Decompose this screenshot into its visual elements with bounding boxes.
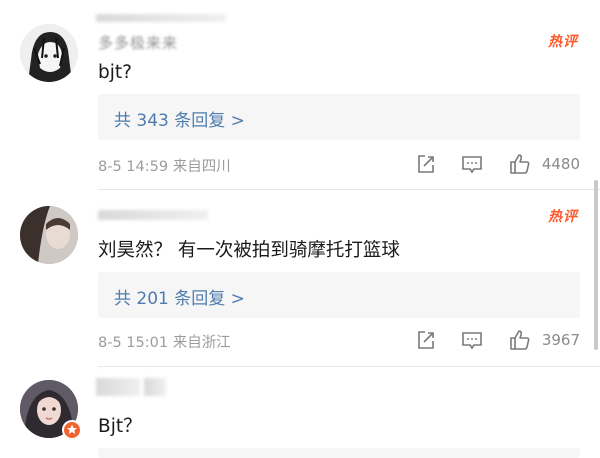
user-name-blurred xyxy=(144,378,166,396)
divider xyxy=(98,366,600,367)
verified-badge xyxy=(62,420,82,440)
like-count: 4480 xyxy=(541,155,580,173)
hot-badge: 热评 xyxy=(548,34,578,50)
comment-text: bjt? xyxy=(98,62,132,83)
user-name-blurred xyxy=(98,210,208,220)
reply-box[interactable]: 共 201 条回复 > xyxy=(98,272,580,318)
scrollbar[interactable] xyxy=(594,180,598,350)
star-icon xyxy=(67,424,77,434)
user-name-blurred xyxy=(96,378,140,396)
like-count: 3967 xyxy=(541,331,580,349)
comment-meta: 8-5 14:59 来自四川 xyxy=(98,159,231,175)
hot-badge: 热评 xyxy=(548,209,578,225)
avatar[interactable] xyxy=(20,24,78,82)
like-icon[interactable] xyxy=(508,152,532,176)
user-name[interactable]: 多多极来来 xyxy=(98,32,178,53)
comment-item-3: Bjt？ xyxy=(0,370,600,458)
avatar-image xyxy=(20,206,78,264)
comment-icon[interactable] xyxy=(460,152,484,176)
avatar-image xyxy=(20,24,78,82)
share-icon[interactable] xyxy=(414,152,438,176)
like-icon[interactable] xyxy=(508,328,532,352)
avatar[interactable] xyxy=(20,206,78,264)
comment-meta-row: 8-5 15:01 来自浙江 3967 xyxy=(98,328,580,352)
comment-text: Bjt？ xyxy=(98,416,142,437)
comment-text: 刘昊然？ 有一次被拍到骑摩托打篮球 xyxy=(98,240,400,261)
comment-icon[interactable] xyxy=(460,328,484,352)
comment-meta: 8-5 15:01 来自浙江 xyxy=(98,335,231,351)
reply-box[interactable] xyxy=(98,448,580,458)
view-replies-link[interactable]: 共 343 条回复 > xyxy=(114,106,245,131)
reply-box[interactable]: 共 343 条回复 > xyxy=(98,94,580,140)
comment-item-2: 热评 刘昊然？ 有一次被拍到骑摩托打篮球 共 201 条回复 > 8-5 15:… xyxy=(0,190,600,370)
top-blur-strip xyxy=(96,14,226,22)
comment-item-1: 多多极来来 热评 bjt? 共 343 条回复 > 8-5 14:59 来自四川… xyxy=(0,0,600,190)
comment-meta-row: 8-5 14:59 来自四川 4480 xyxy=(98,152,580,176)
view-replies-link[interactable]: 共 201 条回复 > xyxy=(114,284,245,309)
share-icon[interactable] xyxy=(414,328,438,352)
